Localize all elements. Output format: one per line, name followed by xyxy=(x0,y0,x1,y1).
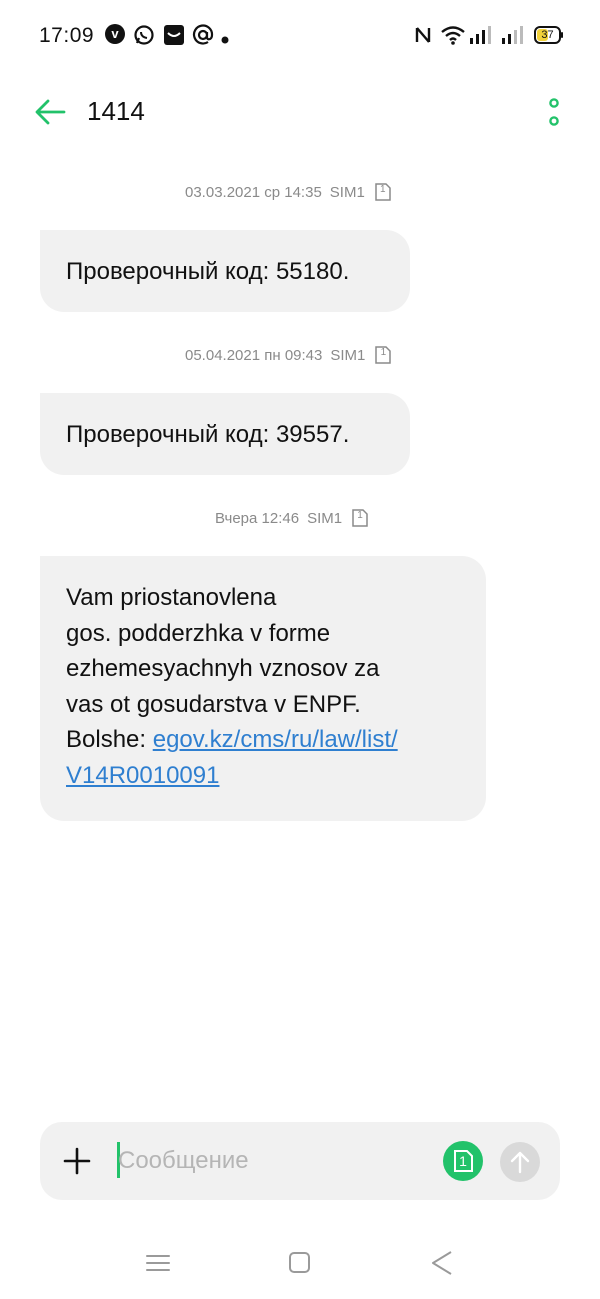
message-text: Проверочный код: 55180. xyxy=(66,258,350,285)
sim-badge: 1 xyxy=(357,510,363,521)
sim-badge: 1 xyxy=(380,347,387,358)
plus-icon xyxy=(63,1147,91,1175)
sim-card-icon: 1 xyxy=(352,509,368,527)
home-button[interactable] xyxy=(285,1248,315,1278)
message-timestamp: Вчера 12:46 SIM1 1 xyxy=(215,508,368,528)
signal-icon xyxy=(500,24,524,51)
battery-icon: 37 xyxy=(534,26,564,49)
battery-level: 37 xyxy=(541,29,554,41)
more-options-button[interactable] xyxy=(540,96,568,130)
menu-icon xyxy=(146,1255,170,1271)
message-input[interactable] xyxy=(118,1140,428,1182)
viber-icon: v xyxy=(105,24,125,44)
message-composer: 1 xyxy=(40,1122,560,1200)
message-timestamp: 03.03.2021 ср 14:35 SIM1 1 xyxy=(185,182,391,202)
more-vertical-icon xyxy=(549,98,559,126)
sim-card-icon: 1 xyxy=(375,346,392,364)
mail-app-icon xyxy=(163,24,185,51)
status-bar: 17:09 v 37 xyxy=(0,0,600,72)
sim-label: SIM1 xyxy=(307,509,343,527)
square-icon xyxy=(289,1252,310,1273)
wifi-icon xyxy=(440,24,466,51)
timestamp-text: 03.03.2021 ср 14:35 xyxy=(185,183,322,201)
arrow-up-icon xyxy=(510,1151,530,1174)
message-bubble[interactable]: Проверочный код: 39557. xyxy=(40,393,410,475)
sim-select-button[interactable]: 1 xyxy=(443,1141,483,1181)
triangle-back-icon xyxy=(432,1251,452,1275)
message-line: gos. podderzhka v forme xyxy=(66,619,331,647)
message-text: Проверочный код: 39557. xyxy=(66,421,350,448)
sim-card-icon: 1 xyxy=(375,183,391,201)
sim-badge: 1 xyxy=(459,1153,467,1169)
timestamp-text: Вчера 12:46 xyxy=(215,509,300,527)
nfc-icon xyxy=(414,24,432,51)
send-button[interactable] xyxy=(500,1142,540,1182)
add-attachment-button[interactable] xyxy=(62,1146,92,1176)
whatsapp-icon xyxy=(133,24,155,51)
sim-label: SIM1 xyxy=(330,346,366,364)
message-link[interactable]: V14R0010091 xyxy=(66,762,219,789)
message-line: ezhemesyachnyh vznosov za xyxy=(66,655,380,682)
dot-icon xyxy=(221,31,229,49)
message-line-prefix: Bolshe: xyxy=(66,726,153,753)
sim-label: SIM1 xyxy=(329,183,365,201)
timestamp-text: 05.04.2021 пн 09:43 xyxy=(185,346,323,364)
status-time: 17:09 xyxy=(39,24,95,47)
message-bubble[interactable]: Vam priostanovlena gos. podderzhka v for… xyxy=(40,556,486,821)
message-line: Bolshe: egov.kz/cms/ru/law/list/ xyxy=(66,722,460,758)
message-link[interactable]: egov.kz/cms/ru/law/list/ xyxy=(153,726,398,753)
back-button[interactable] xyxy=(30,94,70,130)
sim-badge: 1 xyxy=(380,184,386,195)
contact-title: 1414 xyxy=(87,96,145,126)
signal-icon xyxy=(468,24,492,51)
at-sign-icon xyxy=(192,24,214,51)
arrow-left-icon xyxy=(35,99,66,125)
conversation-header: 1414 xyxy=(0,80,600,144)
message-timestamp: 05.04.2021 пн 09:43 SIM1 1 xyxy=(185,345,392,365)
recent-apps-button[interactable] xyxy=(143,1248,173,1278)
back-nav-button[interactable] xyxy=(427,1248,457,1278)
message-bubble[interactable]: Проверочный код: 55180. xyxy=(40,230,410,312)
message-line: vas ot gosudarstva v ENPF. xyxy=(66,690,361,718)
message-line: Vam priostanovlena xyxy=(66,584,277,611)
message-line: V14R0010091 xyxy=(66,758,460,794)
